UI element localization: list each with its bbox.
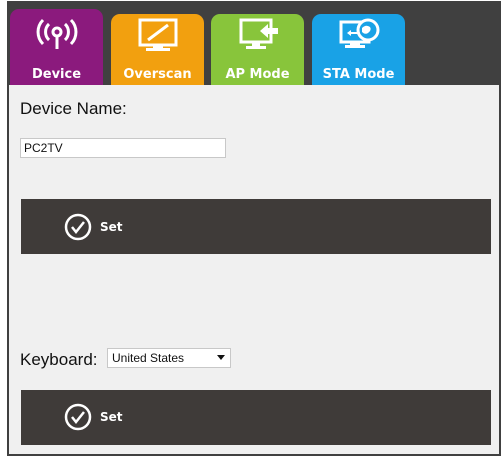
keyboard-select[interactable]: United States [107,348,231,368]
tab-ap-mode[interactable]: AP Mode [211,14,304,85]
device-name-label: Device Name: [20,99,127,118]
keyboard-set-bar: Set [21,390,491,445]
tab-label: STA Mode [322,67,395,82]
globe-connection-icon [339,18,379,48]
wifi-broadcast-icon [36,18,77,49]
monitor-resize-icon [138,18,177,51]
set-label: Set [100,410,123,424]
device-name-set-bar: Set [21,199,491,254]
keyboard-selected-value: United States [112,351,185,365]
tab-label: Device [31,67,82,82]
tab-label: AP Mode [225,67,290,82]
device-name-input[interactable] [20,138,226,158]
check-circle-icon [64,213,92,241]
set-label: Set [100,220,123,234]
tab-device[interactable]: Device [10,9,103,85]
device-name-set-button[interactable]: Set [64,213,123,241]
check-circle-icon [64,403,92,431]
tab-label: Overscan [123,67,192,82]
tab-sta-mode[interactable]: STA Mode [312,14,405,85]
chevron-down-icon [217,355,225,360]
tab-overscan[interactable]: Overscan [111,14,204,85]
keyboard-label: Keyboard: [20,350,98,369]
monitor-input-icon [239,18,278,49]
keyboard-set-button[interactable]: Set [64,403,123,431]
